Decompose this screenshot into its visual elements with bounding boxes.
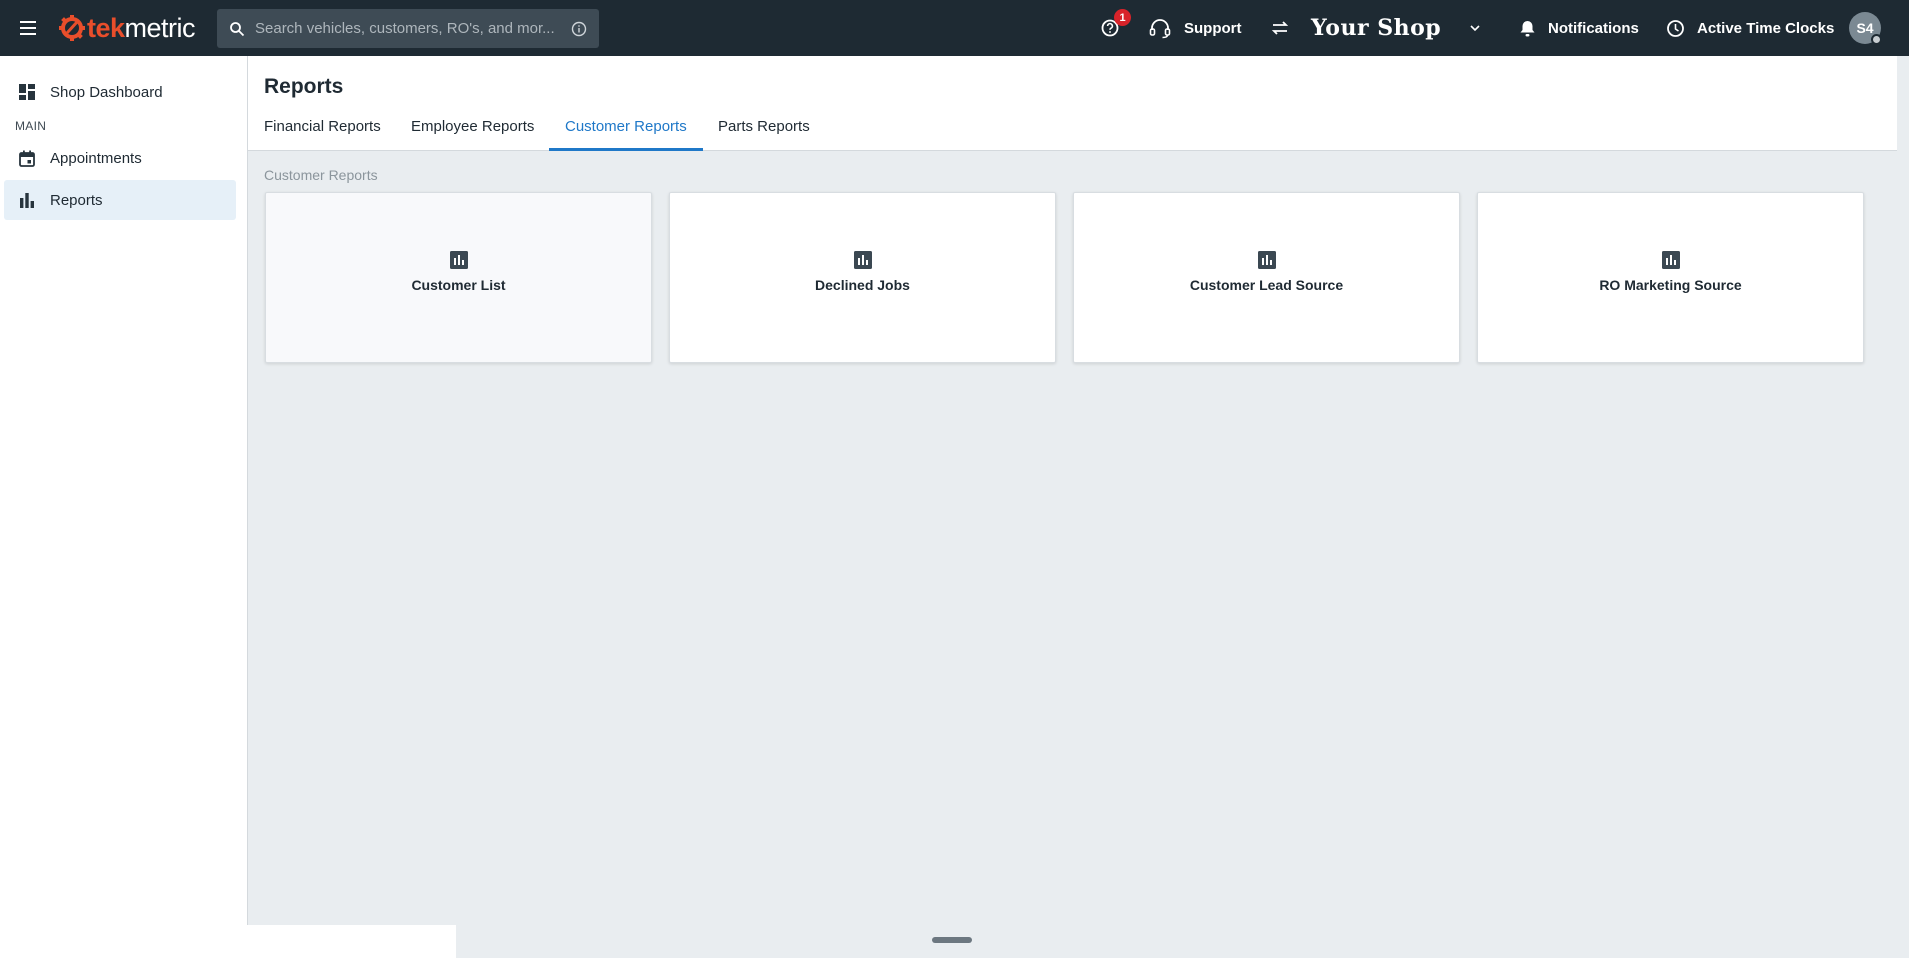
page-title: Reports [264,75,344,98]
switch-shop-button[interactable] [1270,0,1290,56]
support-label: Support [1184,19,1242,37]
sidebar-item-label: Appointments [50,149,142,167]
notifications-label: Notifications [1548,19,1639,37]
search-icon [230,21,245,36]
tekmetric-logo[interactable]: tekmetric [58,12,196,44]
bottom-panel [0,925,456,958]
report-card-declined-jobs[interactable]: Declined Jobs [669,192,1056,363]
chevron-down-icon [1470,25,1480,32]
report-card-ro-marketing-source[interactable]: RO Marketing Source [1477,192,1864,363]
report-icon [1661,250,1680,269]
swap-arrows-icon [1271,21,1289,35]
notifications-button[interactable]: Notifications [1519,0,1639,56]
active-time-clocks-label: Active Time Clocks [1697,19,1835,37]
report-card-label: RO Marketing Source [1599,276,1742,293]
tab-financial-reports[interactable]: Financial Reports [248,118,397,151]
bar-chart-icon [18,191,36,209]
sidebar-item-label: Reports [50,191,103,209]
report-icon [853,250,872,269]
logo-prefix: tek [87,12,125,43]
sidebar-section-main: MAIN [15,119,47,133]
report-card-label: Customer List [411,276,506,293]
active-time-clocks-button[interactable]: Active Time Clocks [1666,0,1834,56]
gear-logo-icon [59,15,85,41]
headset-icon [1149,19,1171,39]
shop-dropdown-toggle[interactable] [1468,0,1482,56]
dashboard-icon [18,83,36,101]
sidebar-item-shop-dashboard[interactable]: Shop Dashboard [4,72,236,112]
tab-employee-reports[interactable]: Employee Reports [395,118,550,151]
sidebar-item-reports[interactable]: Reports [4,180,236,220]
global-search[interactable] [217,9,599,48]
help-badge: 1 [1114,9,1131,26]
sidebar-item-appointments[interactable]: Appointments [4,138,236,178]
hamburger-menu-icon[interactable] [14,14,42,42]
report-icon [1257,250,1276,269]
tab-customer-reports[interactable]: Customer Reports [549,118,703,151]
tab-parts-reports[interactable]: Parts Reports [702,118,826,151]
info-icon[interactable] [571,21,587,37]
report-card-label: Declined Jobs [815,276,910,293]
status-indicator [1871,34,1882,45]
sidebar: Shop Dashboard MAIN Appointments Reports [0,56,248,925]
support-button[interactable]: Support [1148,0,1242,56]
reports-header: Reports Financial Reports Employee Repor… [248,56,1897,151]
calendar-icon [18,149,36,167]
search-input[interactable] [255,20,571,37]
help-button[interactable]: 1 [1100,0,1131,56]
report-card-customer-lead-source[interactable]: Customer Lead Source [1073,192,1460,363]
logo-suffix: metric [124,12,196,43]
report-card-customer-list[interactable]: Customer List [265,192,652,363]
shop-name: Your Shop [1311,15,1442,41]
resize-drag-handle[interactable] [932,937,972,943]
report-icon [449,250,468,269]
bell-icon [1520,20,1535,36]
section-label: Customer Reports [264,167,378,183]
shop-selector[interactable]: Your Shop [1311,0,1441,56]
clock-icon [1667,19,1684,37]
report-card-label: Customer Lead Source [1189,276,1344,293]
top-bar: tekmetric 1 Support Your Shop Notificati… [0,0,1909,56]
sidebar-item-label: Shop Dashboard [50,83,163,101]
